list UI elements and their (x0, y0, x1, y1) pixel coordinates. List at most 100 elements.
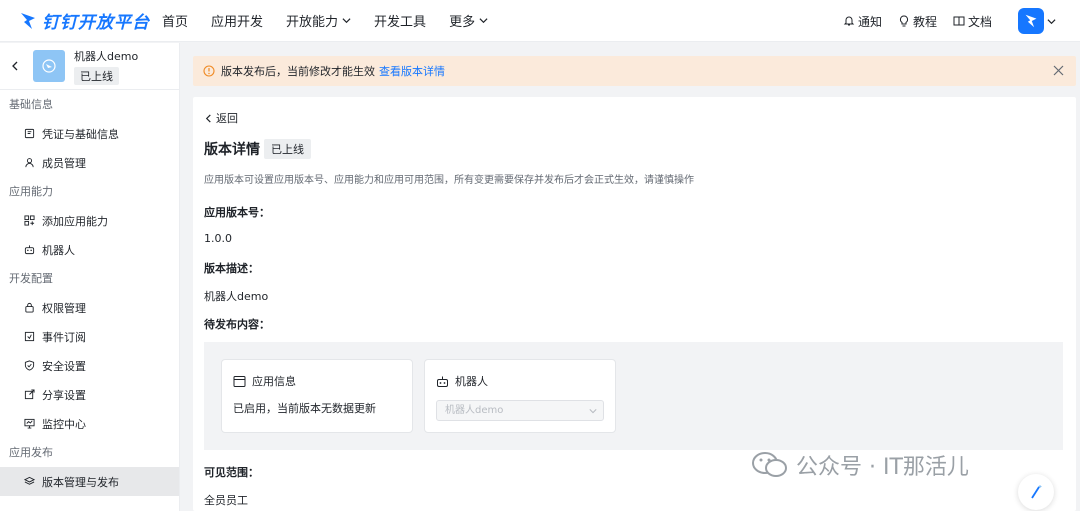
user-icon (25, 158, 34, 168)
app-logo-icon (42, 59, 56, 73)
app-info-card: 应用信息 已启用，当前版本无数据更新 (221, 359, 413, 433)
tutorial-label: 教程 (912, 14, 937, 29)
nav-dev-tools[interactable]: 开发工具 (374, 11, 426, 30)
chevron-left-icon[interactable] (10, 61, 20, 71)
sidebar-item-events[interactable]: 事件订阅 (0, 322, 179, 351)
view-version-link[interactable]: 查看版本详情 (379, 63, 445, 79)
title-row: 版本详情 已上线 (204, 139, 311, 159)
sidebar-item-label: 安全设置 (42, 359, 86, 373)
sidebar-group-dev-config: 开发配置 (9, 272, 53, 285)
bell-icon (843, 16, 855, 26)
share-icon (24, 389, 35, 400)
sidebar-item-add-capability[interactable]: 添加应用能力 (0, 206, 179, 235)
sidebar-item-security[interactable]: 安全设置 (0, 351, 179, 380)
tutorial-link[interactable]: 教程 (898, 13, 937, 30)
sidebar-item-label: 成员管理 (42, 156, 86, 170)
nav-right-group: 通知 教程 文档 (827, 0, 1056, 42)
chevron-down-icon (342, 18, 351, 24)
sidebar-group-release: 应用发布 (9, 446, 53, 459)
chevron-left-icon (205, 113, 211, 123)
sidebar-item-permissions[interactable]: 权限管理 (0, 293, 179, 322)
pending-content-panel: 应用信息 已启用，当前版本无数据更新 机器人 机器人demo (204, 342, 1063, 450)
robot-icon (437, 376, 448, 387)
robot-card: 机器人 机器人demo (424, 359, 616, 433)
layers-icon (24, 476, 35, 485)
notice-label: 通知 (857, 14, 882, 29)
brand-logo[interactable]: 钉钉开放平台 (20, 8, 162, 33)
visible-scope-label: 可见范围： (204, 466, 259, 479)
monitor-icon (24, 418, 35, 429)
nav-home[interactable]: 首页 (162, 11, 188, 30)
robot-select-value: 机器人demo (445, 405, 504, 416)
sidebar-app-header: 机器人demo 已上线 (0, 43, 179, 90)
page-title: 版本详情 (204, 142, 260, 158)
watermark-text: 公众号 · IT那活儿 (796, 455, 969, 480)
sidebar: 机器人demo 已上线 基础信息 凭证与基础信息 成员管理 应用能力 添加应用能… (0, 43, 180, 511)
sidebar-item-version-release[interactable]: 版本管理与发布 (0, 467, 179, 496)
sidebar-item-share[interactable]: 分享设置 (0, 380, 179, 409)
sidebar-item-monitor[interactable]: 监控中心 (0, 409, 179, 438)
sidebar-item-label: 监控中心 (42, 417, 86, 431)
sidebar-item-label: 版本管理与发布 (42, 475, 119, 489)
event-icon (24, 331, 35, 342)
nav-app-dev-label: 应用开发 (211, 15, 264, 30)
brand-name: 钉钉开放平台 (42, 13, 150, 33)
back-label: 返回 (216, 112, 238, 125)
dingtalk-logo-icon (21, 12, 35, 29)
sidebar-item-members[interactable]: 成员管理 (0, 148, 179, 177)
nav-open-capability-label: 开放能力 (286, 15, 339, 30)
version-number-label: 应用版本号： (204, 206, 270, 219)
sidebar-group-capability: 应用能力 (9, 185, 53, 198)
chevron-down-icon[interactable] (1047, 17, 1056, 26)
robot-icon (24, 245, 35, 255)
app-status-badge: 已上线 (74, 66, 119, 85)
app-info-card-title: 应用信息 (252, 375, 296, 388)
sidebar-item-label: 机器人 (42, 243, 75, 257)
warning-icon (203, 65, 215, 77)
lightbulb-icon (899, 15, 908, 27)
docs-link[interactable]: 文档 (953, 13, 992, 30)
nav-open-capability[interactable]: 开放能力 (286, 11, 351, 30)
docs-label: 文档 (967, 14, 992, 29)
banner-text: 版本发布后，当前修改才能生效 (221, 65, 375, 78)
sidebar-item-label: 权限管理 (42, 301, 86, 315)
magic-wand-icon (1031, 485, 1042, 499)
back-link[interactable]: 返回 (204, 110, 238, 126)
sidebar-item-robot[interactable]: 机器人 (0, 235, 179, 264)
version-number-value: 1.0.0 (204, 232, 232, 245)
top-navbar: 钉钉开放平台 首页 应用开发 开放能力 开发工具 更多 通知 教程 文档 (0, 0, 1080, 42)
app-name: 机器人demo (74, 49, 139, 63)
sidebar-item-label: 事件订阅 (42, 330, 86, 344)
sidebar-item-label: 分享设置 (42, 388, 86, 402)
nav-more[interactable]: 更多 (449, 11, 488, 30)
book-icon (953, 16, 965, 26)
lock-icon (25, 302, 34, 313)
page-description: 应用版本可设置应用版本号、应用能力和应用可用范围，所有变更需要保存并发布后才会正… (204, 175, 694, 186)
nav-dev-tools-label: 开发工具 (374, 15, 427, 30)
pending-content-label: 待发布内容： (204, 318, 270, 331)
nav-home-label: 首页 (162, 15, 189, 30)
robot-select[interactable]: 机器人demo (436, 400, 604, 421)
notice-link[interactable]: 通知 (843, 13, 882, 30)
sidebar-item-label: 添加应用能力 (42, 214, 108, 228)
sidebar-group-basic: 基础信息 (9, 98, 53, 111)
robot-card-title: 机器人 (455, 375, 488, 388)
nav-app-dev[interactable]: 应用开发 (211, 11, 263, 30)
visible-scope-value: 全员员工 (204, 494, 248, 507)
app-thumbnail (33, 50, 65, 82)
assistant-fab-button[interactable] (1018, 474, 1054, 510)
avatar[interactable] (1018, 8, 1044, 34)
apps-add-icon (24, 215, 35, 226)
sidebar-item-credentials[interactable]: 凭证与基础信息 (0, 119, 179, 148)
version-desc-label: 版本描述： (204, 262, 259, 275)
version-desc-value: 机器人demo (204, 290, 269, 303)
nav-more-label: 更多 (449, 15, 476, 30)
chevron-down-icon (479, 18, 488, 24)
dingtalk-avatar-icon (1025, 14, 1037, 28)
close-icon[interactable] (1053, 65, 1064, 76)
chevron-down-icon (589, 409, 597, 414)
shield-icon (24, 360, 35, 371)
wechat-icon (752, 452, 787, 477)
app-info-card-text: 已启用，当前版本无数据更新 (233, 402, 376, 415)
credential-icon (24, 128, 35, 139)
